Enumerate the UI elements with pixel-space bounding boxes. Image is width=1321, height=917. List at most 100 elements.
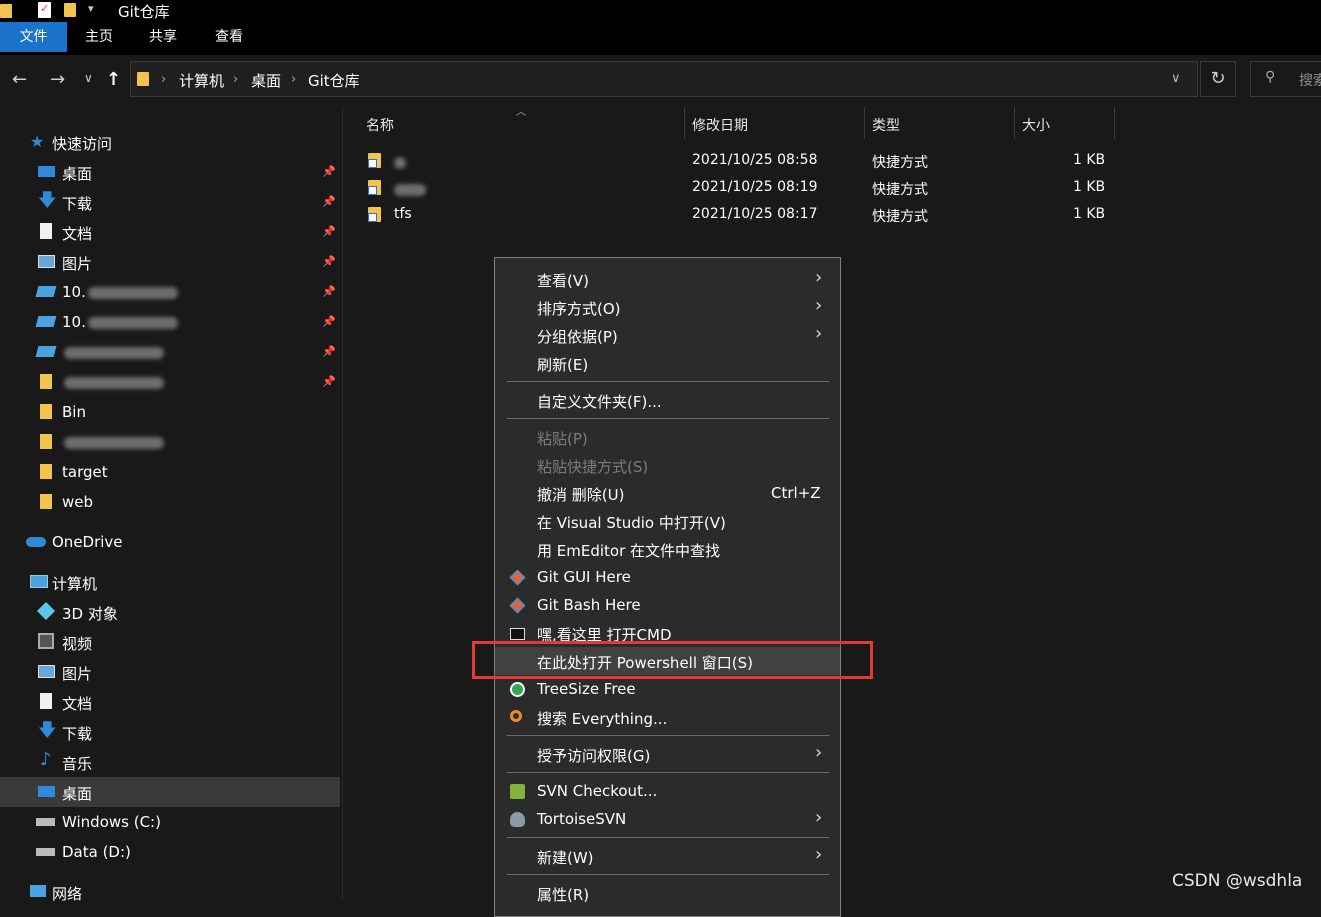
recent-locations-icon[interactable]: ∨ <box>84 71 93 85</box>
column-header-date[interactable]: 修改日期 <box>692 115 748 135</box>
column-header-type[interactable]: 类型 <box>872 115 900 135</box>
sidebar-item[interactable]: 桌面 <box>0 777 340 807</box>
menu-treesize[interactable]: TreeSize Free <box>495 675 840 703</box>
menu-item-label: 撤消 删除(U) <box>537 486 625 504</box>
breadcrumb-git-repo[interactable]: Git仓库 <box>308 70 360 91</box>
sidebar-item[interactable]: 3D 对象 <box>0 597 340 627</box>
refresh-icon[interactable]: ↻ <box>1200 61 1236 97</box>
sidebar-item[interactable]: 📌 <box>0 367 340 397</box>
sidebar-item-label: 桌面 <box>62 165 93 183</box>
menu-undo-delete[interactable]: 撤消 删除(U) Ctrl+Z <box>495 479 840 507</box>
menu-new[interactable]: 新建(W) › <box>495 842 840 870</box>
sidebar-item[interactable]: Windows (C:) <box>0 807 340 837</box>
search-box[interactable]: ⚲ 搜索 <box>1250 61 1321 97</box>
properties-icon[interactable]: ✓ <box>38 2 51 18</box>
sidebar-item[interactable]: 10. 📌 <box>0 277 340 307</box>
sidebar-item[interactable]: 10. 📌 <box>0 307 340 337</box>
menu-svn-checkout[interactable]: SVN Checkout... <box>495 777 840 805</box>
ribbon: 文件 主页 共享 查看 <box>0 22 1321 55</box>
sidebar-item-label: 图片 <box>62 665 93 683</box>
sidebar-network[interactable]: 网络 <box>0 877 340 907</box>
tab-home[interactable]: 主页 <box>67 22 131 52</box>
sidebar-item[interactable]: Bin <box>0 397 340 427</box>
tab-share[interactable]: 共享 <box>131 22 195 52</box>
column-divider[interactable] <box>864 107 865 139</box>
file-row[interactable]: tfs 2021/10/25 08:17 快捷方式 1 KB <box>360 201 1120 228</box>
menu-refresh[interactable]: 刷新(E) <box>495 349 840 377</box>
sidebar-item-label: 下载 <box>62 195 93 213</box>
customize-toolbar-icon[interactable]: ▾ <box>88 2 94 15</box>
address-dropdown-icon[interactable]: ∨ <box>1171 71 1181 86</box>
column-divider[interactable] <box>1014 107 1015 139</box>
column-divider[interactable] <box>1114 107 1115 139</box>
sidebar-item[interactable]: target <box>0 457 340 487</box>
back-icon[interactable]: ← <box>12 69 27 90</box>
sidebar-quick-access[interactable]: ★ 快速访问 <box>0 127 340 157</box>
treesize-icon <box>510 682 525 697</box>
menu-view[interactable]: 查看(V) › <box>495 265 840 293</box>
redacted-text <box>87 316 178 329</box>
menu-git-gui[interactable]: Git GUI Here <box>495 563 840 591</box>
column-divider[interactable] <box>684 107 685 139</box>
sidebar-item[interactable]: Data (D:) <box>0 837 340 867</box>
breadcrumb-computer[interactable]: 计算机 <box>179 70 224 91</box>
pin-icon[interactable]: 📌 <box>322 345 336 358</box>
column-header-name[interactable]: 名称 <box>366 115 394 135</box>
sidebar-item[interactable]: 视频 <box>0 627 340 657</box>
sidebar-item[interactable]: 文档 📌 <box>0 217 340 247</box>
sidebar-item[interactable]: 图片 <box>0 657 340 687</box>
sidebar-item[interactable]: 📌 <box>0 337 340 367</box>
svn-checkout-icon <box>510 784 525 799</box>
menu-separator <box>507 735 829 736</box>
sidebar-item[interactable]: 文档 <box>0 687 340 717</box>
tab-view[interactable]: 查看 <box>195 22 263 52</box>
menu-search-everything[interactable]: 搜索 Everything... <box>495 703 840 731</box>
menu-separator <box>507 418 829 419</box>
menu-paste-shortcut[interactable]: 粘贴快捷方式(S) <box>495 451 840 479</box>
pin-icon[interactable]: 📌 <box>322 165 336 178</box>
sidebar-computer[interactable]: 计算机 <box>0 567 340 597</box>
pin-icon[interactable]: 📌 <box>322 255 336 268</box>
sidebar-item[interactable]: 🡇 下载 <box>0 717 340 747</box>
file-row[interactable]: 2021/10/25 08:58 快捷方式 1 KB <box>360 147 1120 174</box>
menu-git-bash[interactable]: Git Bash Here <box>495 591 840 619</box>
address-bar[interactable]: › 计算机 › 桌面 › Git仓库 ∨ <box>130 61 1198 97</box>
menu-emeditor-find[interactable]: 用 EmEditor 在文件中查找 <box>495 535 840 563</box>
tab-file[interactable]: 文件 <box>0 22 67 52</box>
file-row[interactable]: 2021/10/25 08:19 快捷方式 1 KB <box>360 174 1120 201</box>
up-icon[interactable]: ↑ <box>106 69 121 90</box>
pin-icon[interactable]: 📌 <box>322 375 336 388</box>
menu-customize-folder[interactable]: 自定义文件夹(F)... <box>495 386 840 414</box>
column-header-size[interactable]: 大小 <box>1022 115 1050 135</box>
forward-icon[interactable]: → <box>50 69 65 90</box>
file-type: 快捷方式 <box>872 155 928 171</box>
menu-item-label: 刷新(E) <box>537 356 589 374</box>
pin-icon[interactable]: 📌 <box>322 225 336 238</box>
menu-tortoisesvn[interactable]: TortoiseSVN › <box>495 805 840 833</box>
menu-item-label: Git Bash Here <box>537 596 641 614</box>
breadcrumb-desktop[interactable]: 桌面 <box>251 70 281 91</box>
pin-icon[interactable]: 📌 <box>322 285 336 298</box>
menu-group[interactable]: 分组依据(P) › <box>495 321 840 349</box>
sidebar-item[interactable]: 桌面 📌 <box>0 157 340 187</box>
folder-icon <box>0 4 12 18</box>
redacted-text <box>87 286 178 299</box>
menu-grant-access[interactable]: 授予访问权限(G) › <box>495 740 840 768</box>
menu-properties[interactable]: 属性(R) <box>495 879 840 907</box>
sidebar-item[interactable]: web <box>0 487 340 517</box>
git-icon <box>509 569 526 586</box>
menu-paste[interactable]: 粘贴(P) <box>495 423 840 451</box>
context-menu: 查看(V) › 排序方式(O) › 分组依据(P) › 刷新(E) 自定义文件夹(F)… <box>494 257 841 917</box>
menu-sort[interactable]: 排序方式(O) › <box>495 293 840 321</box>
menu-open-visual-studio[interactable]: 在 Visual Studio 中打开(V) <box>495 507 840 535</box>
sidebar-item[interactable]: 图片 📌 <box>0 247 340 277</box>
pin-icon[interactable]: 📌 <box>322 315 336 328</box>
sidebar-item[interactable]: 🡇 下载 📌 <box>0 187 340 217</box>
sidebar-item[interactable]: ♪ 音乐 <box>0 747 340 777</box>
sidebar-onedrive[interactable]: OneDrive <box>0 527 340 557</box>
new-folder-icon[interactable] <box>64 3 76 17</box>
magnifier-icon <box>510 710 522 722</box>
menu-item-label: TreeSize Free <box>537 680 636 698</box>
sidebar-item[interactable] <box>0 427 340 457</box>
pin-icon[interactable]: 📌 <box>322 195 336 208</box>
